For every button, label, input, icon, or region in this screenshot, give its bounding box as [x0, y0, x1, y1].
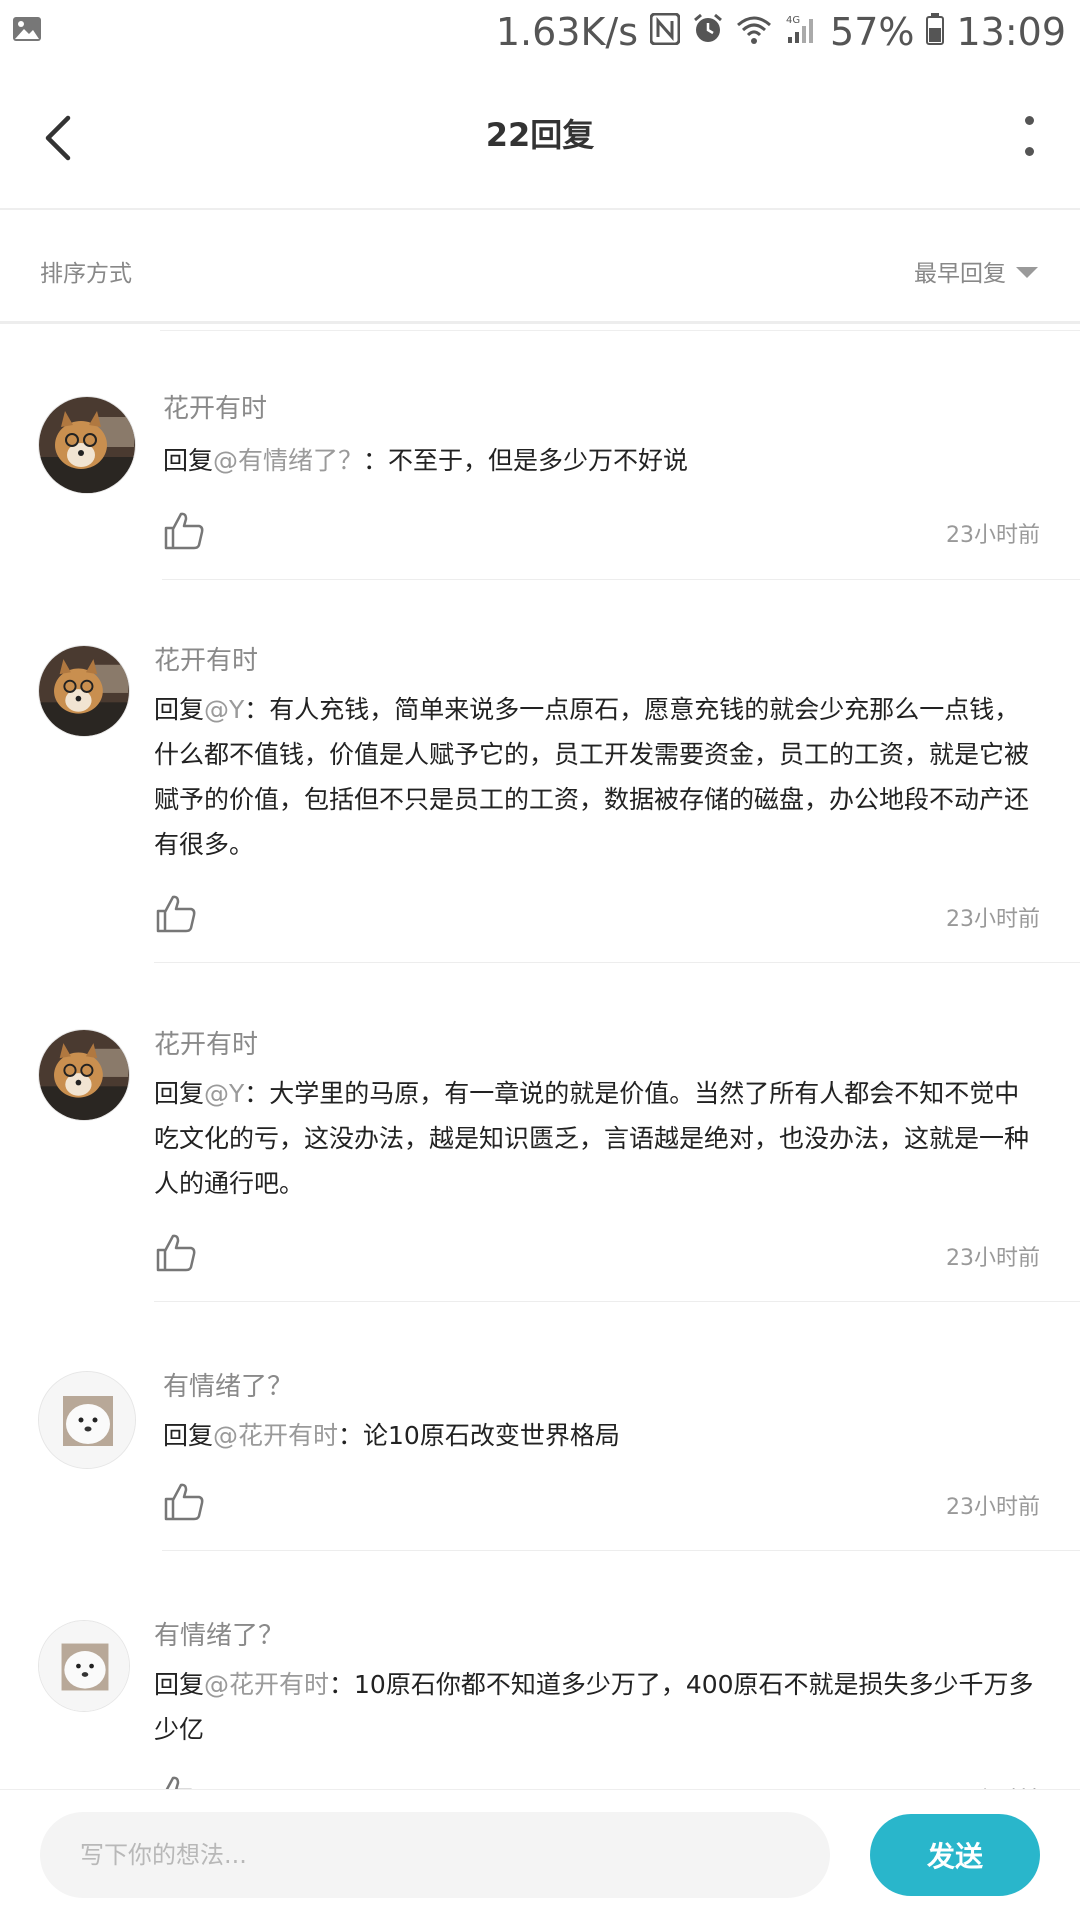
comment-text: 回复@有情绪了？：不至于，但是多少万不好说 [163, 446, 689, 475]
thumbs-up-icon [164, 1483, 204, 1521]
divider [154, 1301, 1080, 1302]
more-options-button[interactable] [1014, 116, 1044, 156]
battery-icon [926, 10, 945, 54]
wifi-icon [736, 10, 772, 54]
caret-down-icon [1016, 266, 1038, 278]
mention-link[interactable]: @Y [204, 1079, 244, 1108]
comment-text: 回复@Y：大学里的马原，有一章说的就是价值。当然了所有人都会不知不觉中吃文化的亏… [154, 1079, 1030, 1198]
divider [162, 1550, 1080, 1551]
like-button[interactable] [162, 508, 206, 552]
clock: 13:09 [956, 10, 1066, 54]
mention-link[interactable]: @花开有时 [204, 1670, 329, 1699]
dog-avatar-icon [39, 397, 135, 493]
thumbs-up-icon [156, 895, 196, 933]
page-title: 22回复 [485, 116, 595, 154]
send-button[interactable]: 发送 [870, 1814, 1040, 1896]
comment-author[interactable]: 有情绪了？ [163, 1366, 293, 1403]
divider [160, 330, 1080, 331]
mention-link[interactable]: @有情绪了？ [213, 446, 363, 475]
like-button[interactable] [162, 1479, 206, 1523]
battery-percent: 57% [830, 10, 915, 54]
status-bar: 1.63K/s 4G 57% 13:09 [0, 0, 1080, 66]
sort-dropdown[interactable]: 最早回复 [914, 254, 1038, 288]
signal-4g-icon: 4G [784, 10, 818, 54]
sort-bar: 排序方式 最早回复 [0, 212, 1080, 324]
dog-avatar-icon [39, 646, 129, 736]
svg-text:4G: 4G [786, 15, 800, 26]
image-notification-icon [12, 14, 42, 48]
comment-author[interactable]: 花开有时 [163, 388, 267, 425]
top-app-bar: 22回复 [0, 66, 1080, 210]
samoyed-avatar-icon [39, 1621, 129, 1711]
comment-time: 23小时前 [946, 523, 1040, 548]
comment-text: 回复@Y：有人充钱，简单来说多一点原石，愿意充钱的就会少充那么一点钱，什么都不值… [154, 695, 1030, 859]
reply-input-bar: 发送 [0, 1789, 1080, 1920]
comment-author[interactable]: 花开有时 [154, 640, 258, 677]
divider [154, 962, 1080, 963]
avatar[interactable] [38, 1029, 130, 1121]
avatar[interactable] [38, 645, 130, 737]
thumbs-up-icon [164, 512, 204, 550]
mention-link[interactable]: @Y [204, 695, 244, 724]
comment-text: 回复@花开有时：论10原石改变世界格局 [163, 1421, 620, 1450]
mention-link[interactable]: @花开有时 [213, 1421, 338, 1450]
comment-text: 回复@花开有时：10原石你都不知道多少万了，400原石不就是损失多少千万多少亿 [154, 1670, 1034, 1744]
like-button[interactable] [154, 1230, 198, 1274]
avatar[interactable] [38, 1371, 136, 1469]
sort-label: 排序方式 [40, 261, 132, 287]
divider [162, 579, 1080, 580]
comment-time: 23小时前 [946, 907, 1040, 932]
nfc-icon [649, 10, 681, 54]
comment-author[interactable]: 花开有时 [154, 1024, 258, 1061]
alarm-icon [692, 10, 724, 54]
avatar[interactable] [38, 1620, 130, 1712]
comment-author[interactable]: 有情绪了？ [154, 1615, 284, 1652]
net-speed: 1.63K/s [495, 10, 639, 54]
comment-time: 23小时前 [946, 1495, 1040, 1520]
dog-avatar-icon [39, 1030, 129, 1120]
status-indicators: 1.63K/s 4G 57% 13:09 [496, 10, 1066, 54]
avatar[interactable] [38, 396, 136, 494]
thumbs-up-icon [156, 1234, 196, 1272]
sort-value: 最早回复 [914, 261, 1006, 287]
like-button[interactable] [154, 891, 198, 935]
samoyed-avatar-icon [39, 1372, 135, 1468]
more-vertical-icon [1024, 116, 1034, 125]
reply-input[interactable] [40, 1812, 830, 1898]
comment-time: 23小时前 [946, 1246, 1040, 1271]
